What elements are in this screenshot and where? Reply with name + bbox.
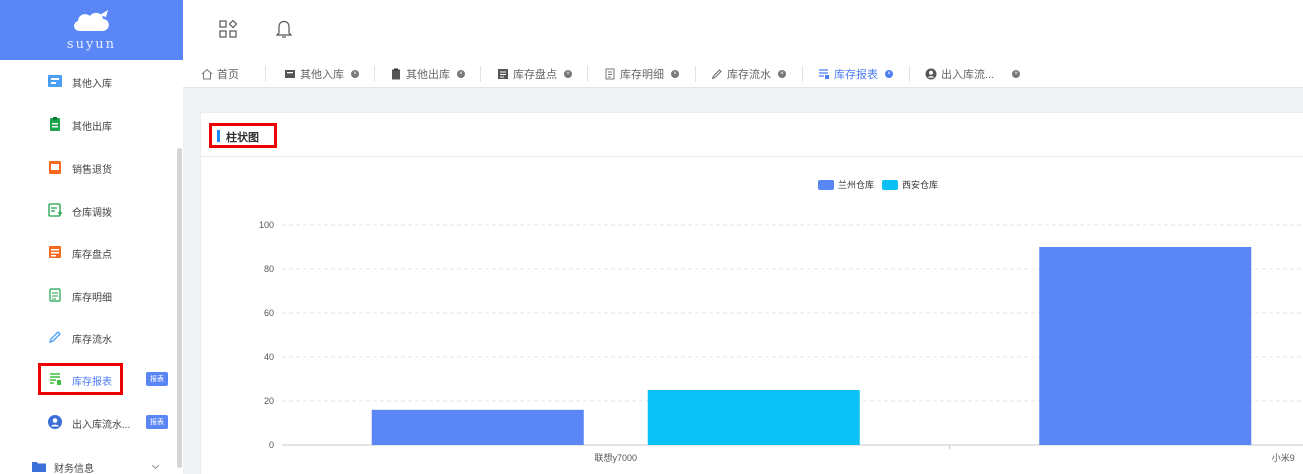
detail-list-icon — [48, 288, 62, 302]
home-icon — [201, 68, 213, 80]
tab-bar: 首页 其他入库 × 其他出库 × 库存盘点 × 库存明细 × 库存流水 × 库存… — [183, 60, 1303, 88]
tab-separator — [695, 66, 696, 82]
card-header: 柱状图 — [201, 113, 1303, 157]
sidebar-item-label: 库存明细 — [72, 293, 112, 304]
tab-separator — [587, 66, 588, 82]
sidebar-item-other-out[interactable]: 其他出库 — [0, 103, 176, 145]
sidebar-item-label: 库存流水 — [72, 335, 112, 346]
bar-chart: 0 20 40 60 80 100 联想y7000 小米9 — [259, 220, 1303, 463]
inventory-check-icon — [498, 69, 508, 79]
sidebar: 其他入库 其他出库 销售退货 仓库调拨 库存盘点 库存明细 库存流水 库存报表 … — [0, 60, 183, 474]
close-icon[interactable]: × — [1012, 70, 1021, 78]
close-icon[interactable]: × — [671, 70, 679, 78]
x-tick-label: 联想y7000 — [594, 452, 637, 463]
tab-separator — [374, 66, 375, 82]
clipboard-icon — [392, 68, 400, 80]
x-tick-label: 小米9 — [1272, 452, 1295, 463]
legend-label-xian[interactable]: 西安仓库 — [902, 178, 938, 191]
tab-inventory-detail[interactable]: 库存明细 × — [604, 60, 679, 88]
tab-inventory-flow[interactable]: 库存流水 × — [711, 60, 786, 88]
sidebar-item-label: 出入库流水... — [72, 420, 131, 431]
sidebar-item-label: 库存盘点 — [72, 250, 112, 261]
pencil-icon — [711, 69, 722, 80]
bar-西安仓库[interactable] — [647, 390, 860, 445]
tab-in-out-flow[interactable]: 出入库流... × — [925, 60, 1021, 88]
legend-label-lanzhou[interactable]: 兰州仓库 — [838, 178, 874, 191]
tab-home[interactable]: 首页 — [201, 60, 239, 88]
sidebar-item-inventory-detail[interactable]: 库存明细 — [0, 274, 176, 316]
sidebar-item-transfer[interactable]: 仓库调拨 — [0, 189, 176, 231]
close-icon[interactable]: × — [457, 70, 465, 78]
close-icon[interactable]: × — [564, 70, 572, 78]
close-icon[interactable]: × — [778, 70, 786, 78]
y-tick-label: 20 — [264, 396, 274, 406]
brand-name: suyun — [66, 36, 117, 52]
sidebar-item-label: 仓库调拨 — [72, 208, 112, 219]
y-tick-label: 40 — [264, 352, 274, 362]
sidebar-item-sales-return[interactable]: 销售退货 — [0, 146, 176, 188]
stock-in-icon — [285, 70, 295, 78]
sidebar-highlight-box — [38, 363, 123, 395]
sidebar-group-finance[interactable]: 财务信息 — [0, 445, 176, 474]
sidebar-item-label: 其他出库 — [72, 122, 112, 133]
user-circle-icon — [48, 415, 62, 429]
bar-兰州仓库[interactable] — [371, 409, 584, 445]
y-tick-label: 0 — [269, 440, 274, 450]
close-icon[interactable]: × — [885, 70, 893, 78]
chevron-down-icon — [151, 464, 160, 470]
tab-label: 其他入库 — [300, 69, 344, 81]
return-box-icon — [48, 160, 62, 174]
report-icon — [819, 69, 829, 79]
sidebar-item-other-in[interactable]: 其他入库 — [0, 60, 176, 102]
report-badge: 报表 — [146, 415, 168, 429]
y-tick-label: 100 — [259, 220, 274, 230]
tab-label: 首页 — [217, 69, 239, 81]
user-circle-icon — [925, 68, 937, 80]
tab-label: 库存流水 — [727, 69, 771, 81]
pencil-icon — [48, 330, 62, 344]
folder-icon — [32, 459, 46, 473]
brand-logo[interactable]: suyun — [0, 0, 183, 60]
sidebar-group-label: 财务信息 — [54, 464, 94, 474]
tab-label: 库存报表 — [834, 69, 878, 81]
inventory-check-icon — [48, 245, 62, 259]
stock-in-icon — [48, 74, 62, 88]
transfer-doc-icon — [48, 203, 62, 217]
report-badge: 报表 — [146, 372, 168, 386]
tab-other-in[interactable]: 其他入库 × — [284, 60, 359, 88]
tab-inventory-report[interactable]: 库存报表 × — [818, 60, 893, 88]
tab-separator — [265, 66, 266, 82]
sidebar-scrollbar[interactable] — [177, 148, 182, 468]
sidebar-item-inventory-flow[interactable]: 库存流水 — [0, 316, 176, 358]
sidebar-item-in-out-flow[interactable]: 出入库流水... 报表 — [0, 401, 176, 443]
tab-separator — [909, 66, 910, 82]
top-toolbar — [183, 0, 1303, 60]
y-tick-label: 80 — [264, 264, 274, 274]
legend-swatch-xian[interactable] — [882, 179, 899, 190]
tab-inventory-check[interactable]: 库存盘点 × — [497, 60, 572, 88]
tab-other-out[interactable]: 其他出库 × — [390, 60, 465, 88]
chart-legend: 兰州仓库 西安仓库 — [818, 178, 938, 191]
legend-swatch-lanzhou[interactable] — [818, 179, 834, 190]
tab-separator — [480, 66, 481, 82]
tab-label: 其他出库 — [406, 69, 450, 81]
tab-label: 库存明细 — [620, 69, 664, 81]
sidebar-item-label: 其他入库 — [72, 79, 112, 90]
y-tick-label: 60 — [264, 308, 274, 318]
detail-list-icon — [605, 68, 615, 80]
tab-label: 库存盘点 — [513, 69, 557, 81]
close-icon[interactable]: × — [351, 70, 359, 78]
apps-grid-icon[interactable] — [219, 20, 237, 38]
bar-兰州仓库[interactable] — [1039, 247, 1252, 445]
clipboard-icon — [48, 117, 62, 131]
tab-separator — [802, 66, 803, 82]
tab-label: 出入库流... — [941, 69, 995, 81]
sidebar-item-label: 销售退货 — [72, 165, 112, 176]
sidebar-item-inventory-check[interactable]: 库存盘点 — [0, 231, 176, 273]
cloud-logo-icon — [73, 9, 109, 31]
title-highlight-box — [209, 123, 277, 148]
bell-icon[interactable] — [276, 19, 292, 39]
